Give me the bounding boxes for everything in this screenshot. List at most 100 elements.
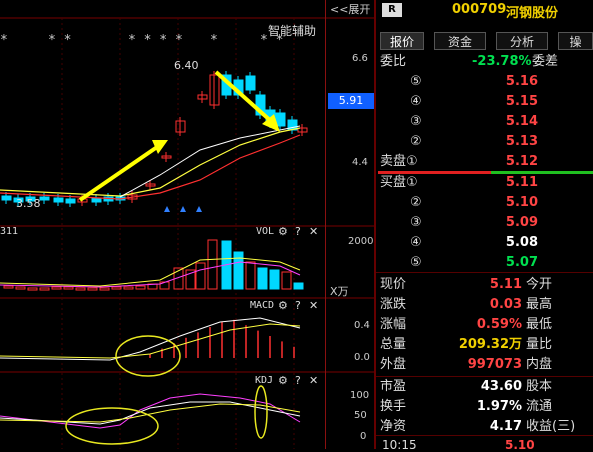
volume-bar xyxy=(40,288,49,290)
kdj-tick: 50 xyxy=(354,410,367,421)
low-marker: 3.58 xyxy=(16,197,41,210)
candle-body xyxy=(92,198,101,202)
sell-level-price: 5.16 xyxy=(506,72,538,91)
help-icon[interactable]: ? xyxy=(295,299,301,312)
sell-level-label: ⑤ xyxy=(410,72,422,91)
stat-label-2: 收益(三) xyxy=(526,417,575,436)
signal-marker xyxy=(180,206,186,212)
volume-bar xyxy=(16,287,25,289)
sell-level-row[interactable]: ②5.13 xyxy=(380,132,590,151)
buy-level-row[interactable]: 买盘① 5.11 xyxy=(380,173,590,192)
stat-row: 总量209.32万量比 xyxy=(380,335,590,354)
volume-bar xyxy=(100,288,109,290)
volume-bar xyxy=(28,288,37,290)
buy-level-label: 买盘① xyxy=(380,173,418,192)
tab-quote[interactable]: 报价 xyxy=(380,32,424,50)
stat-row: 现价5.11今开 xyxy=(380,275,590,294)
kdj-tick: 0 xyxy=(360,431,366,442)
candle-body xyxy=(2,196,11,200)
candle-body xyxy=(66,199,75,203)
sell-level-row[interactable]: ⑤ 5.16 xyxy=(380,72,590,91)
stat-label-2: 最低 xyxy=(526,315,552,334)
kdj-label: KDJ xyxy=(255,375,273,386)
sell-level-row[interactable]: ④5.15 xyxy=(380,92,590,111)
stat-label-2: 股本 xyxy=(526,377,552,396)
volume-bar xyxy=(258,268,267,289)
gear-icon[interactable]: ⚙ xyxy=(278,374,288,387)
vol-unit: X万 xyxy=(330,283,349,299)
tab-trade[interactable]: 操 xyxy=(558,32,593,50)
buy-level-price: 5.10 xyxy=(506,193,538,212)
close-icon[interactable]: ✕ xyxy=(309,374,318,387)
tab-analysis[interactable]: 分析 xyxy=(496,32,548,50)
volume-bar xyxy=(246,262,255,289)
volume-bar xyxy=(64,287,73,289)
sell-level-price: 5.12 xyxy=(506,152,538,171)
candle-body xyxy=(54,198,63,202)
buy-level-label: ② xyxy=(410,193,422,212)
help-icon[interactable]: ? xyxy=(295,374,301,387)
price-tick: 4.4 xyxy=(352,157,368,168)
buy-level-price: 5.07 xyxy=(506,253,538,272)
stock-code: 000709 xyxy=(452,2,506,17)
chart-right-border xyxy=(325,0,326,449)
ticker-time: 10:15 xyxy=(382,438,417,452)
stat-value: 997073 xyxy=(468,355,522,374)
volume-bar xyxy=(88,288,97,290)
stat-label: 净资 xyxy=(380,417,406,436)
stat-label: 涨跌 xyxy=(380,295,406,314)
close-icon[interactable]: ✕ xyxy=(309,299,318,312)
weicha-label: 委差 xyxy=(532,52,558,71)
gear-icon[interactable]: ⚙ xyxy=(278,299,288,312)
stat-row: 净资 4.17收益(三) xyxy=(380,417,590,436)
buy-level-price: 5.11 xyxy=(506,173,538,192)
smart-assist-button[interactable]: 智能辅助 xyxy=(268,22,316,39)
gear-icon[interactable]: ⚙ xyxy=(278,225,288,238)
buy-level-row[interactable]: ② 5.10 xyxy=(380,193,590,212)
stat-value: 0.03 xyxy=(490,295,522,314)
buy-level-label: ④ xyxy=(410,233,422,252)
buy-level-row[interactable]: ⑤5.07 xyxy=(380,253,590,272)
sell-level-row[interactable]: 卖盘①5.12 xyxy=(380,152,590,171)
volume-bar xyxy=(270,270,279,289)
buy-level-row[interactable]: ③5.09 xyxy=(380,213,590,232)
vol-left-label: 311 xyxy=(0,226,18,237)
price-tick: 6.6 xyxy=(352,53,368,64)
stat-value: 209.32万 xyxy=(459,335,522,354)
stat-label: 换手 xyxy=(380,397,406,416)
signal-stars: * xyxy=(210,33,218,48)
help-icon[interactable]: ? xyxy=(295,225,301,238)
tab-funds[interactable]: 资金 xyxy=(434,32,486,50)
expand-button[interactable]: <<展开 xyxy=(330,1,370,17)
close-icon[interactable]: ✕ xyxy=(309,225,318,238)
highlight-circle xyxy=(255,386,267,438)
ticker-price: 5.10 xyxy=(505,438,535,452)
volume-bar xyxy=(208,240,217,289)
stat-value: 1.97% xyxy=(477,397,522,416)
sell-level-label: ② xyxy=(410,132,422,151)
stat-label: 外盘 xyxy=(380,355,406,374)
candle-body xyxy=(276,113,285,126)
stat-row: 换手 1.97%流通 xyxy=(380,397,590,416)
sell-level-row[interactable]: ③5.14 xyxy=(380,112,590,131)
weibi-row: 委比 -23.78% 委差 xyxy=(380,52,590,71)
stat-label-2: 今开 xyxy=(526,275,552,294)
macd-dea-line xyxy=(0,324,300,358)
stat-label-2: 流通 xyxy=(526,397,552,416)
high-marker: 6.40 xyxy=(174,59,199,72)
stat-label-2: 最高 xyxy=(526,295,552,314)
volume-bar xyxy=(76,288,85,290)
volume-bar xyxy=(124,287,133,289)
buy-level-row[interactable]: ④5.08 xyxy=(380,233,590,252)
macd-label: MACD xyxy=(250,300,274,311)
stat-value: 4.17 xyxy=(490,417,522,436)
macd-tick: 0.0 xyxy=(354,352,370,363)
sell-level-label: ④ xyxy=(410,92,422,111)
volume-bar xyxy=(136,286,145,289)
signal-marker xyxy=(164,206,170,212)
ticker-separator xyxy=(376,435,593,436)
buy-level-price: 5.09 xyxy=(506,213,538,232)
stat-row: 市盈43.60股本 xyxy=(380,377,590,396)
signal-stars: * * xyxy=(48,33,71,48)
current-price-tag: 5.91 xyxy=(328,93,374,109)
